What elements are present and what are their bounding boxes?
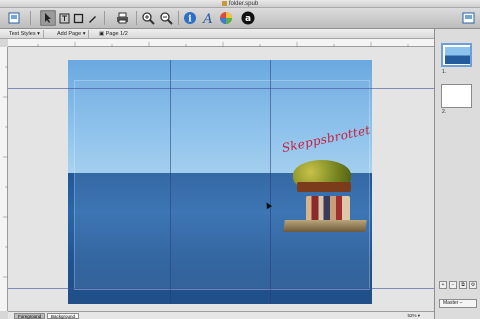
zoom-out-icon[interactable] <box>158 10 174 26</box>
column-guide <box>170 60 171 304</box>
page-icon: ▣ <box>99 31 105 37</box>
zoom-in-icon[interactable] <box>140 10 156 26</box>
svg-text:A: A <box>202 12 212 25</box>
zoom-level[interactable]: 52% ▾ <box>407 313 420 319</box>
hut-roof <box>297 182 351 192</box>
window-title: folder.spub <box>0 0 480 8</box>
pencil-tool-icon[interactable] <box>84 10 100 26</box>
page-indicator: ▣ Page 1/2 <box>99 31 128 37</box>
page-label-1: 1. <box>442 69 447 75</box>
chevron-down-icon: ▾ <box>417 313 420 318</box>
window-title-text: folder.spub <box>228 1 259 7</box>
format-bar: Text Styles ▾ Add Page ▾ ▣ Page 1/2 <box>0 29 434 39</box>
document-icon[interactable] <box>6 10 22 26</box>
chevron-down-icon: ▾ <box>37 31 40 37</box>
pages-sidebar: 1. 2. + − ⧉ ⚙ Master – <box>434 29 480 319</box>
document-icon <box>221 1 227 6</box>
info-icon[interactable]: i <box>182 10 198 26</box>
master-select[interactable]: Master – <box>439 299 477 308</box>
raft <box>283 220 367 232</box>
page-photo[interactable]: Skeppsbrottet <box>8 60 434 304</box>
column-guide <box>270 60 271 304</box>
add-page-menu[interactable]: Add Page ▾ <box>54 30 90 38</box>
tab-foreground[interactable]: Foreground <box>14 313 46 319</box>
page-thumbnail-1[interactable] <box>441 43 472 67</box>
text-styles-menu[interactable]: Text Styles ▾ <box>6 30 44 38</box>
application-window: folder.spub i A a Text Styles ▾ Add Page… <box>0 0 480 319</box>
page-options-button[interactable]: ⚙ <box>469 281 477 289</box>
chevron-down-icon: ▾ <box>82 31 86 37</box>
svg-text:a: a <box>245 14 251 24</box>
bottom-bar: Foreground Background 52% ▾ <box>8 311 434 319</box>
colors-icon[interactable] <box>218 10 234 26</box>
arrow-tool-icon[interactable] <box>40 10 56 26</box>
thumbnail-image <box>445 47 470 64</box>
duplicate-page-button[interactable]: ⧉ <box>459 281 467 289</box>
people-group <box>306 196 350 222</box>
amazon-icon[interactable]: a <box>240 10 256 26</box>
layout-canvas[interactable]: Skeppsbrottet <box>8 47 434 311</box>
fonts-icon[interactable]: A <box>200 10 216 26</box>
remove-page-button[interactable]: − <box>449 281 457 289</box>
page-thumbnail-2[interactable] <box>441 84 472 108</box>
tab-background[interactable]: Background <box>47 313 80 319</box>
horizontal-ruler <box>8 39 434 47</box>
add-page-button[interactable]: + <box>439 281 447 289</box>
page-label-2: 2. <box>442 109 447 115</box>
toolbar: i A a <box>0 8 480 29</box>
title-bar: folder.spub <box>0 0 480 8</box>
print-icon[interactable] <box>114 10 130 26</box>
margin-guide <box>8 88 434 89</box>
margin-guide <box>8 288 434 289</box>
sidebar-toggle-icon[interactable] <box>460 10 476 26</box>
vertical-ruler <box>0 47 8 311</box>
svg-text:i: i <box>188 15 192 25</box>
